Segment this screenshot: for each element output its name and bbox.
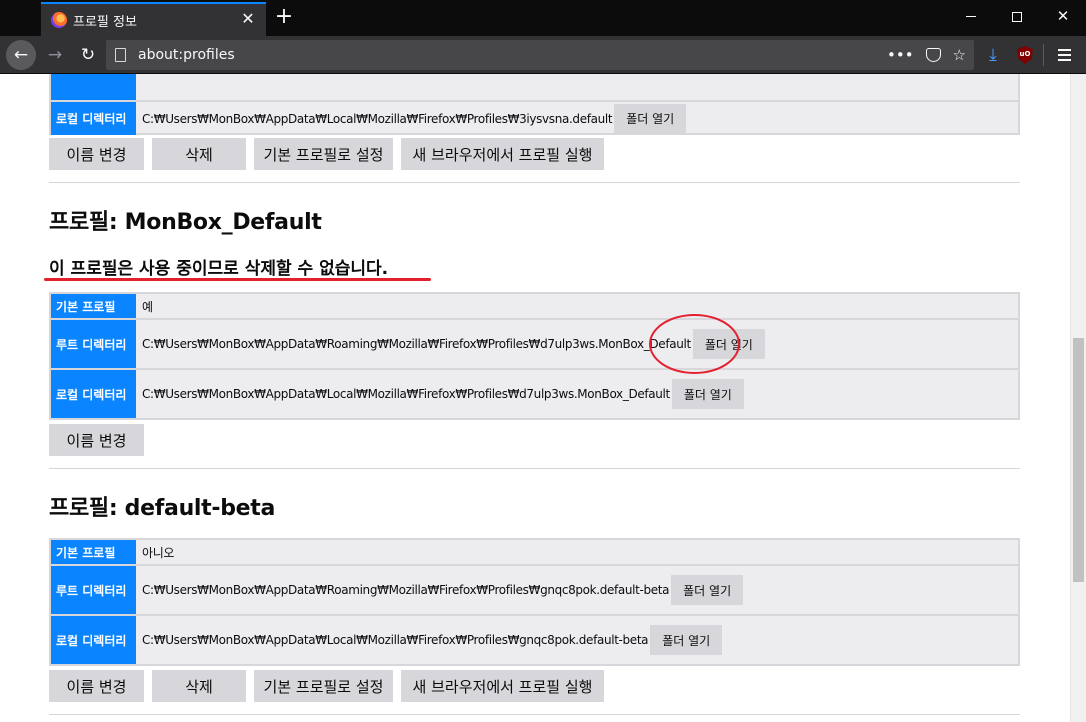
launch-profile-button[interactable]: 새 브라우저에서 프로필 실행	[401, 670, 604, 702]
profile-row-local-dir: 로컬 디렉터리 C:₩Users₩MonBox₩AppData₩Local₩Mo…	[51, 614, 1018, 664]
profile-actions: 이름 변경	[49, 424, 144, 456]
set-default-button[interactable]: 기본 프로필로 설정	[254, 138, 393, 170]
default-value: 예	[142, 299, 153, 314]
profile-title: 프로필: default-beta	[49, 496, 276, 521]
ublock-icon[interactable]: uO	[1017, 46, 1033, 64]
root-dir-path: C:₩Users₩MonBox₩AppData₩Roaming₩Mozilla₩…	[142, 583, 670, 597]
rename-button[interactable]: 이름 변경	[49, 670, 144, 702]
section-divider	[49, 182, 1020, 183]
title-bar: 프로필 정보 ✕ + ✕	[0, 0, 1086, 36]
row-label	[51, 74, 136, 100]
plus-icon[interactable]: +	[270, 4, 298, 32]
url-text[interactable]: about:profiles	[138, 47, 235, 63]
profile-row-local-dir: 로컬 디렉터리 C:₩Users₩MonBox₩AppData₩Local₩Mo…	[51, 100, 1018, 135]
minimize-button[interactable]	[948, 0, 994, 32]
row-label: 기본 프로필	[51, 540, 136, 564]
forward-arrow-icon[interactable]: →	[42, 40, 68, 70]
row-label: 로컬 디렉터리	[51, 102, 136, 135]
row-label: 기본 프로필	[51, 294, 136, 318]
local-dir-path: C:₩Users₩MonBox₩AppData₩Local₩Mozilla₩Fi…	[142, 111, 613, 126]
in-use-warning: 이 프로필은 사용 중이므로 삭제할 수 없습니다.	[49, 259, 389, 279]
rename-button[interactable]: 이름 변경	[49, 138, 144, 170]
tab-profiles[interactable]: 프로필 정보 ✕	[41, 2, 266, 36]
back-arrow-icon[interactable]: ←	[6, 40, 36, 70]
scrollbar-thumb[interactable]	[1073, 338, 1084, 582]
profile-actions: 이름 변경 삭제 기본 프로필로 설정 새 브라우저에서 프로필 실행	[49, 138, 604, 170]
page-content: 로컬 디렉터리 C:₩Users₩MonBox₩AppData₩Local₩Mo…	[0, 74, 1070, 722]
page-icon	[115, 48, 126, 62]
default-value: 아니오	[142, 545, 175, 560]
profile-table: 기본 프로필 아니오 루트 디렉터리 C:₩Users₩MonBox₩AppDa…	[49, 538, 1020, 666]
more-actions-icon[interactable]: •••	[887, 46, 914, 64]
vertical-scrollbar[interactable]	[1070, 74, 1086, 722]
bookmark-star-icon[interactable]: ☆	[953, 46, 966, 64]
profile-row-default: 기본 프로필 예	[51, 294, 1018, 318]
section-divider	[49, 468, 1020, 469]
profile-actions: 이름 변경 삭제 기본 프로필로 설정 새 브라우저에서 프로필 실행	[49, 670, 604, 702]
download-icon[interactable]: ⤓	[982, 44, 1004, 66]
toolbar-separator	[1043, 44, 1044, 66]
window-close-button[interactable]: ✕	[1040, 0, 1086, 32]
rename-button[interactable]: 이름 변경	[49, 424, 144, 456]
local-dir-path: C:₩Users₩MonBox₩AppData₩Local₩Mozilla₩Fi…	[142, 387, 670, 401]
set-default-button[interactable]: 기본 프로필로 설정	[254, 670, 393, 702]
row-label: 루트 디렉터리	[51, 566, 136, 614]
close-icon[interactable]: ✕	[238, 9, 258, 29]
firefox-favicon-icon	[51, 12, 67, 28]
row-label: 로컬 디렉터리	[51, 616, 136, 664]
open-folder-button[interactable]: 폴더 열기	[671, 379, 744, 409]
delete-button[interactable]: 삭제	[152, 670, 246, 702]
profile-table: 기본 프로필 예 루트 디렉터리 C:₩Users₩MonBox₩AppData…	[49, 292, 1020, 420]
open-folder-button[interactable]: 폴더 열기	[671, 575, 744, 605]
url-bar[interactable]: about:profiles ••• ☆	[106, 40, 974, 70]
local-dir-path: C:₩Users₩MonBox₩AppData₩Local₩Mozilla₩Fi…	[142, 633, 649, 647]
hamburger-menu-icon[interactable]	[1052, 44, 1078, 66]
profile-title: 프로필: MonBox_Default	[49, 210, 322, 235]
pocket-icon[interactable]	[925, 48, 941, 62]
root-dir-path: C:₩Users₩MonBox₩AppData₩Roaming₩Mozilla₩…	[142, 337, 691, 351]
row-label: 로컬 디렉터리	[51, 370, 136, 418]
maximize-button[interactable]	[994, 0, 1040, 32]
launch-profile-button[interactable]: 새 브라우저에서 프로필 실행	[401, 138, 604, 170]
reload-icon[interactable]: ↻	[75, 40, 101, 70]
profile-table: 로컬 디렉터리 C:₩Users₩MonBox₩AppData₩Local₩Mo…	[49, 74, 1020, 135]
profile-row-root	[51, 74, 1018, 100]
section-divider	[49, 714, 1020, 715]
row-label: 루트 디렉터리	[51, 320, 136, 368]
delete-button[interactable]: 삭제	[152, 138, 246, 170]
tab-title: 프로필 정보	[73, 15, 137, 30]
profile-row-root-dir: 루트 디렉터리 C:₩Users₩MonBox₩AppData₩Roaming₩…	[51, 318, 1018, 368]
profile-row-local-dir: 로컬 디렉터리 C:₩Users₩MonBox₩AppData₩Local₩Mo…	[51, 368, 1018, 418]
annotation-underline	[44, 278, 431, 281]
open-folder-button[interactable]: 폴더 열기	[650, 625, 723, 655]
profile-row-default: 기본 프로필 아니오	[51, 540, 1018, 564]
profile-row-root-dir: 루트 디렉터리 C:₩Users₩MonBox₩AppData₩Roaming₩…	[51, 564, 1018, 614]
annotation-circle	[649, 314, 740, 374]
open-folder-button[interactable]: 폴더 열기	[614, 103, 687, 134]
nav-toolbar: ← → ↻ about:profiles ••• ☆ ⤓ uO	[0, 36, 1086, 74]
